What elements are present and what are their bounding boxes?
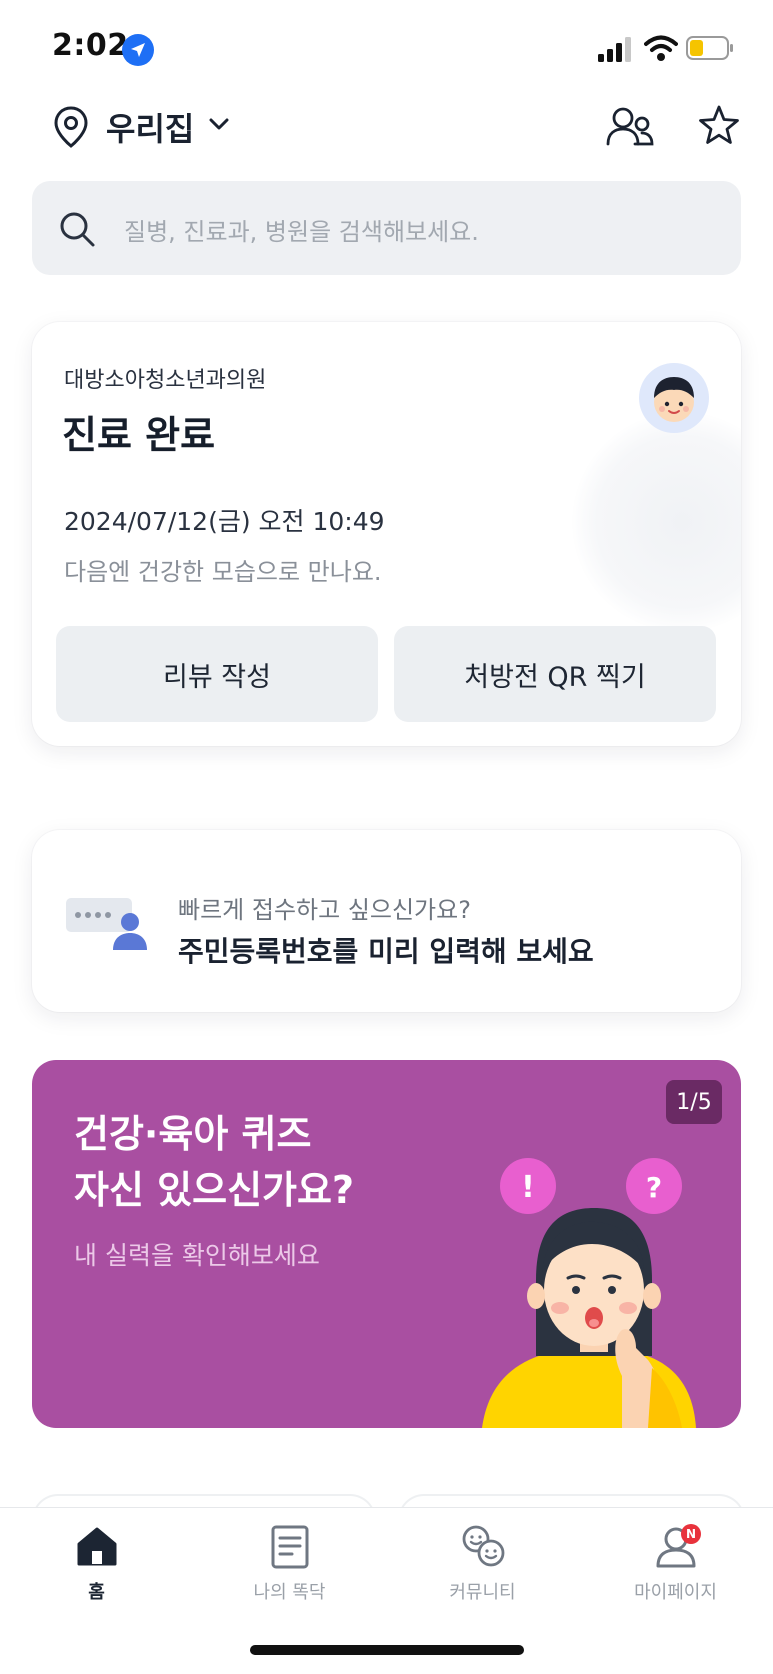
document-icon [271,1525,308,1569]
tab-community-label: 커뮤니티 [449,1582,516,1603]
prereg-question: 빠르게 접수하고 싶으신가요? [178,896,471,924]
favorites-star-icon[interactable] [698,104,740,146]
clinic-name: 대방소아청소년과의원 [64,368,267,393]
smiley-faces-icon [462,1525,504,1567]
cellular-signal-icon [598,36,632,62]
home-icon [77,1527,116,1566]
status-time: 2:02 [52,28,129,63]
home-indicator[interactable] [250,1645,524,1655]
visit-status: 진료 완료 [62,413,216,457]
tab-home[interactable]: 홈 [0,1508,193,1618]
card-decoration [572,412,741,632]
health-quiz-banner[interactable]: 건강·육아 퀴즈 자신 있으신가요? 내 실력을 확인해보세요 1/5 ! ? [32,1060,741,1428]
notification-badge: N [681,1524,701,1544]
chevron-down-icon[interactable] [208,116,230,132]
banner-page-indicator: 1/5 [666,1080,722,1124]
battery-icon [686,36,734,60]
svg-text:!: ! [521,1170,535,1205]
id-number-prompt-card[interactable]: 빠르게 접수하고 싶으신가요? 주민등록번호를 미리 입력해 보세요 [32,830,741,1012]
prereg-title: 주민등록번호를 미리 입력해 보세요 [178,935,594,968]
banner-title-line2: 자신 있으신가요? [74,1168,354,1212]
banner-title: 건강·육아 퀴즈 자신 있으신가요? [74,1106,354,1218]
visit-complete-card[interactable]: 대방소아청소년과의원 진료 완료 2024/07/12(금) 오전 10:49 … [32,322,741,746]
child-avatar-icon [638,362,710,434]
visit-message: 다음엔 건강한 모습으로 만나요. [64,558,382,586]
tab-home-label: 홈 [88,1582,105,1603]
visit-datetime: 2024/07/12(금) 오전 10:49 [64,507,385,536]
search-icon [58,210,96,248]
prescription-qr-button[interactable]: 처방전 QR 찍기 [394,626,716,722]
location-selector[interactable]: 우리집 [106,104,194,150]
banner-title-line1: 건강·육아 퀴즈 [74,1112,312,1156]
wifi-icon [644,34,678,62]
id-card-icon [66,894,150,952]
tab-my-page-label: 마이페이지 [634,1582,717,1603]
tab-community[interactable]: 커뮤니티 [386,1508,579,1618]
location-services-icon [122,34,154,66]
location-pin-icon[interactable] [54,106,88,148]
tab-my-ddocdoc-label: 나의 똑닥 [253,1582,326,1603]
tab-my-ddocdoc[interactable]: 나의 똑닥 [193,1508,386,1618]
svg-text:?: ? [646,1171,662,1204]
write-review-button[interactable]: 리뷰 작성 [56,626,378,722]
banner-subtitle: 내 실력을 확인해보세요 [74,1241,320,1270]
family-members-icon[interactable] [605,106,655,146]
search-placeholder[interactable]: 질병, 진료과, 병원을 검색해보세요. [124,212,479,247]
tab-my-page[interactable]: 마이페이지 [579,1508,772,1618]
quiz-girl-illustration: ! ? [472,1130,734,1428]
